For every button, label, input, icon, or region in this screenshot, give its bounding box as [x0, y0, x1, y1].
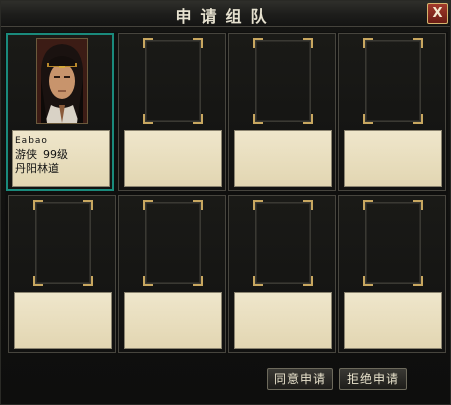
- character-portrait: [36, 38, 88, 124]
- portrait-image: [37, 39, 87, 123]
- close-button[interactable]: X: [427, 3, 448, 24]
- portrait-frame: [363, 38, 423, 124]
- team-request-window: 申请组队 X Eabao 游侠 99级 丹阳林道 同意申请 拒绝申请: [0, 0, 451, 405]
- applicant-level: 99级: [43, 148, 68, 161]
- applicant-slot-3[interactable]: [228, 33, 336, 191]
- applicant-class: 游侠: [15, 148, 37, 161]
- info-panel-empty: [344, 292, 442, 349]
- portrait-frame: [253, 38, 313, 124]
- window-title: 申请组队: [175, 7, 276, 26]
- applicant-location: 丹阳林道: [15, 162, 59, 175]
- applicant-slot-6[interactable]: [118, 195, 226, 353]
- portrait-frame: [33, 200, 93, 286]
- info-panel-empty: [234, 130, 332, 187]
- applicant-slot-5[interactable]: [8, 195, 116, 353]
- applicant-slot-7[interactable]: [228, 195, 336, 353]
- portrait-frame: [143, 200, 203, 286]
- info-panel-empty: [124, 292, 222, 349]
- applicant-info-panel: Eabao 游侠 99级 丹阳林道: [12, 130, 110, 187]
- applicant-name: Eabao: [15, 136, 48, 146]
- title-bar[interactable]: 申请组队 X: [1, 1, 450, 27]
- info-panel-empty: [14, 292, 112, 349]
- info-panel-empty: [234, 292, 332, 349]
- applicant-slot-1[interactable]: Eabao 游侠 99级 丹阳林道: [6, 33, 114, 191]
- info-panel-empty: [124, 130, 222, 187]
- info-panel-empty: [344, 130, 442, 187]
- reject-request-button[interactable]: 拒绝申请: [339, 368, 407, 390]
- applicant-slot-4[interactable]: [338, 33, 446, 191]
- applicant-slot-8[interactable]: [338, 195, 446, 353]
- portrait-frame: [253, 200, 313, 286]
- applicant-slot-2[interactable]: [118, 33, 226, 191]
- applicant-grid: Eabao 游侠 99级 丹阳林道: [5, 32, 448, 357]
- portrait-frame: [143, 38, 203, 124]
- accept-request-button[interactable]: 同意申请: [267, 368, 333, 390]
- portrait-frame: [363, 200, 423, 286]
